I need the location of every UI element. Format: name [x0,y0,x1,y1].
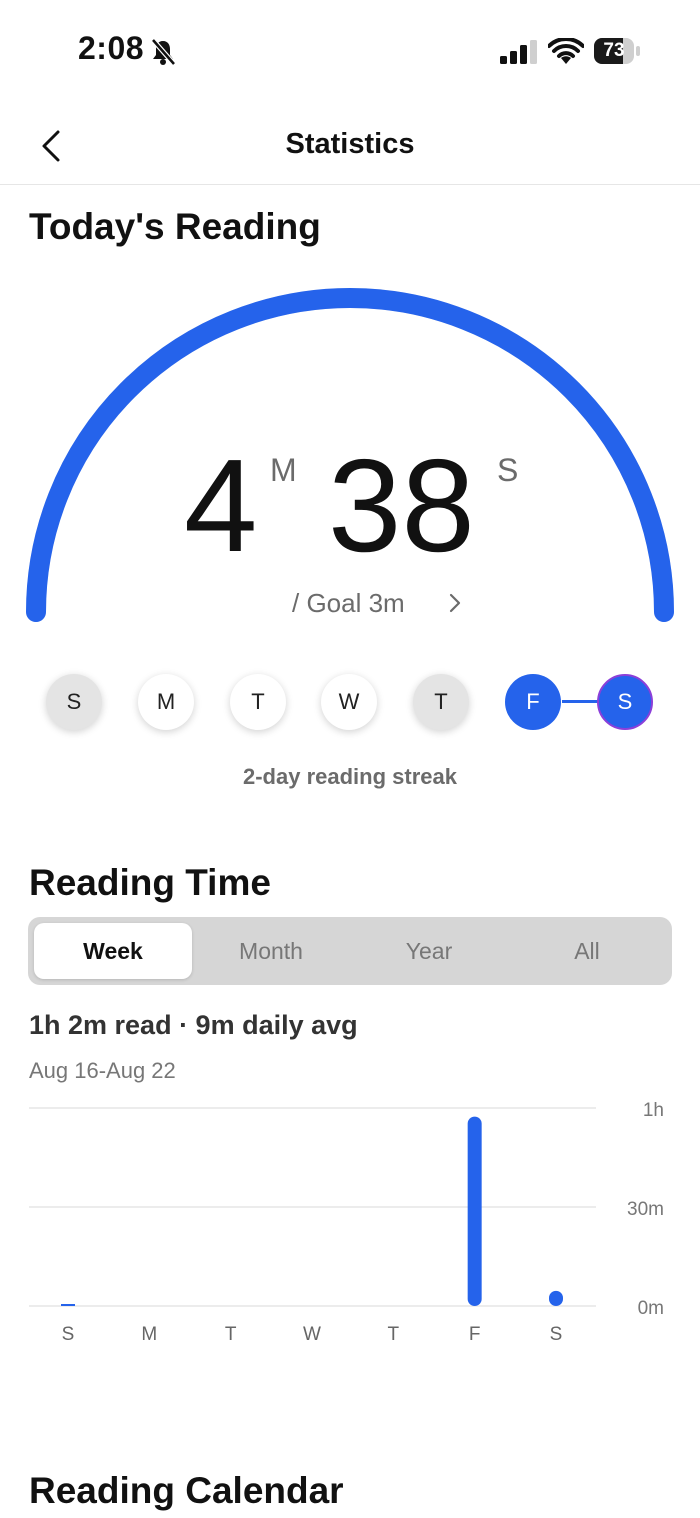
chart-y-tick-label: 0m [638,1298,664,1319]
chart-x-tick-label: T [225,1324,237,1345]
chart-x-tick-label: F [469,1324,481,1345]
chart-x-tick-label: M [141,1324,157,1345]
chart-x-tick-label: S [62,1324,75,1345]
goal-label[interactable]: / Goal 3m [292,588,405,619]
battery-percent: 73 [603,40,625,61]
reading-summary: 1h 2m read · 9m daily avg [29,1010,358,1040]
chart-bar [61,1304,75,1306]
seconds-value: 38 [328,432,475,579]
chevron-right-icon[interactable] [444,588,466,618]
tab-week[interactable]: Week [34,923,192,979]
todays-reading-heading: Today's Reading [29,206,321,247]
reading-time-chart: 1h 30m 0m S M T W T F S [29,1100,664,1345]
streak-day-fri: F [505,674,561,730]
date-range: Aug 16-Aug 22 [29,1058,176,1083]
streak-day-wed: W [321,674,377,730]
streak-text: 2-day reading streak [243,764,457,789]
streak-day-thu: T [413,674,469,730]
chart-y-tick-label: 30m [627,1199,664,1220]
chart-x-tick-label: T [388,1324,400,1345]
chart-bar [549,1290,563,1306]
chart-x-tick-label: W [303,1324,321,1345]
page-title: Statistics [285,128,415,160]
chart-y-tick-label: 1h [643,1100,664,1121]
minutes-unit: M [270,452,297,488]
cellular-signal-icon [500,40,537,64]
streak-day-sat: S [597,674,653,730]
battery-indicator: 73 [594,38,642,64]
chart-bar [467,1116,482,1306]
tab-year[interactable]: Year [350,923,508,979]
bell-muted-icon [151,38,176,66]
reading-time-heading: Reading Time [29,862,271,903]
minutes-value: 4 [184,432,258,579]
wifi-icon [548,38,584,64]
tab-month[interactable]: Month [192,923,350,979]
nav-divider [0,184,700,185]
streak-day-sun: S [46,674,102,730]
streak-day-mon: M [138,674,194,730]
streak-day-tue: T [230,674,286,730]
seconds-unit: S [497,452,519,488]
chart-x-tick-label: S [550,1324,563,1345]
period-segmented-control: Week Month Year All [28,917,672,985]
streak-connector [562,700,600,703]
status-time: 2:08 [78,30,145,66]
tab-all[interactable]: All [508,923,666,979]
reading-calendar-heading: Reading Calendar [29,1470,344,1511]
